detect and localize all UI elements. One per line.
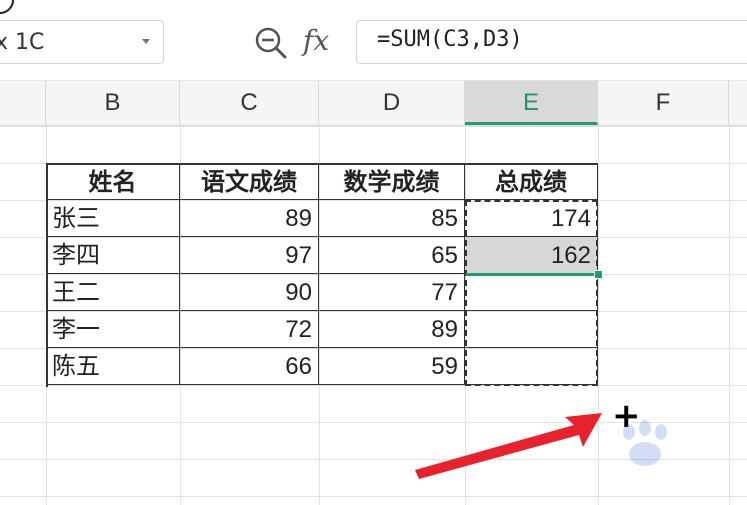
baidu-paw-icon	[623, 420, 667, 466]
